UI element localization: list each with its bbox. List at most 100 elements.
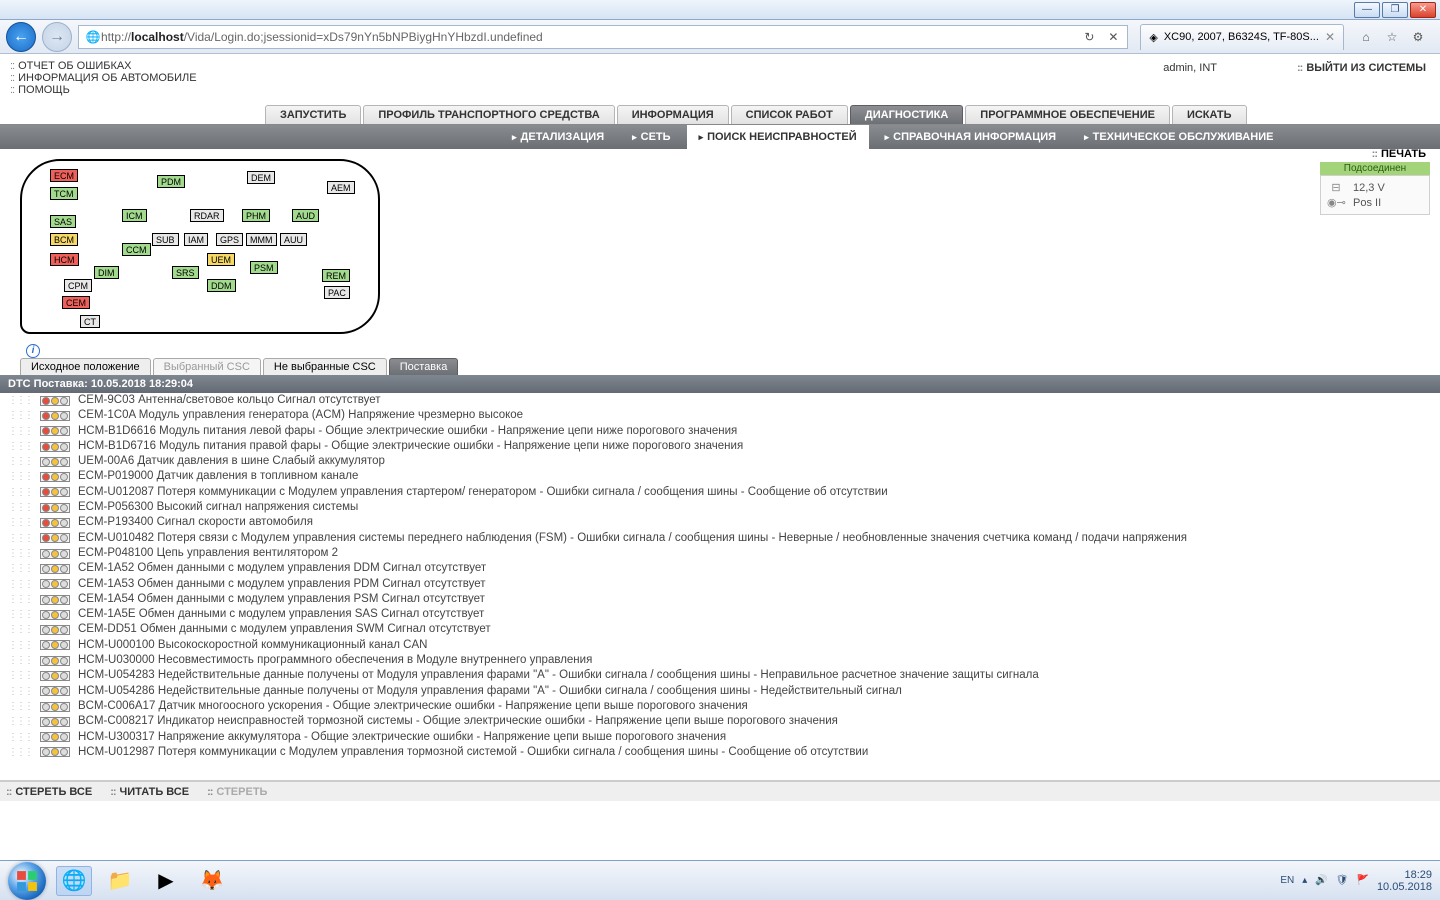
csc-tab-3[interactable]: Поставка xyxy=(389,358,459,375)
module-ddm[interactable]: DDM xyxy=(207,279,236,292)
sub-tab-3[interactable]: СПРАВОЧНАЯ ИНФОРМАЦИЯ xyxy=(873,125,1068,149)
link-help[interactable]: ПОМОЩЬ xyxy=(10,84,197,96)
dtc-row[interactable]: ⋮⋮⋮HCM-U054283 Недействительные данные п… xyxy=(0,668,1440,683)
module-tcm[interactable]: TCM xyxy=(50,187,78,200)
module-uem[interactable]: UEM xyxy=(207,253,235,266)
csc-tab-1[interactable]: Выбранный CSC xyxy=(153,358,261,375)
module-pdm[interactable]: PDM xyxy=(157,175,185,188)
module-dim[interactable]: DIM xyxy=(94,266,119,279)
dtc-row[interactable]: ⋮⋮⋮CEM-1A54 Обмен данными с модулем упра… xyxy=(0,592,1440,607)
module-psm[interactable]: PSM xyxy=(250,261,278,274)
main-tab-6[interactable]: ИСКАТЬ xyxy=(1172,105,1247,124)
dtc-row[interactable]: ⋮⋮⋮HCM-U012987 Потеря коммуникации с Мод… xyxy=(0,745,1440,760)
module-iam[interactable]: IAM xyxy=(184,233,208,246)
tab-close-icon[interactable]: ✕ xyxy=(1325,30,1335,44)
dtc-row[interactable]: ⋮⋮⋮BCM-C008217 Индикатор неисправностей … xyxy=(0,714,1440,729)
main-tab-0[interactable]: ЗАПУСТИТЬ xyxy=(265,105,361,124)
erase-all-button[interactable]: СТЕРЕТЬ ВСЕ xyxy=(6,786,92,798)
back-button[interactable]: ← xyxy=(6,22,36,52)
module-rem[interactable]: REM xyxy=(322,269,350,282)
module-ct[interactable]: CT xyxy=(80,315,100,328)
link-vehicle-info[interactable]: ИНФОРМАЦИЯ ОБ АВТОМОБИЛЕ xyxy=(10,72,197,84)
start-button[interactable] xyxy=(8,862,46,900)
dtc-row[interactable]: ⋮⋮⋮CEM-DD51 Обмен данными с модулем упра… xyxy=(0,622,1440,637)
module-srs[interactable]: SRS xyxy=(172,266,199,279)
refresh-icon[interactable]: ↻ xyxy=(1081,29,1097,45)
csc-tab-0[interactable]: Исходное положение xyxy=(20,358,151,375)
read-all-button[interactable]: ЧИТАТЬ ВСЕ xyxy=(110,786,189,798)
main-tab-4[interactable]: ДИАГНОСТИКА xyxy=(850,105,963,124)
tray-icon2[interactable]: 🚩 xyxy=(1356,875,1368,886)
module-mmm[interactable]: MMM xyxy=(246,233,277,246)
ie-taskbar-icon[interactable]: 🌐 xyxy=(56,866,92,896)
main-tab-2[interactable]: ИНФОРМАЦИЯ xyxy=(617,105,729,124)
forward-button[interactable]: → xyxy=(42,22,72,52)
dtc-row[interactable]: ⋮⋮⋮ECM-U010482 Потеря связи с Модулем уп… xyxy=(0,531,1440,546)
dtc-row[interactable]: ⋮⋮⋮ECM-P048100 Цепь управления вентилято… xyxy=(0,546,1440,561)
dtc-row[interactable]: ⋮⋮⋮BCM-C006A17 Датчик многоосного ускоре… xyxy=(0,699,1440,714)
minimize-button[interactable]: — xyxy=(1354,2,1380,18)
dtc-row[interactable]: ⋮⋮⋮UEM-00A6 Датчик давления в шине Слабы… xyxy=(0,454,1440,469)
link-error-report[interactable]: ОТЧЕТ ОБ ОШИБКАХ xyxy=(10,60,197,72)
dtc-row[interactable]: ⋮⋮⋮HCM-U030000 Несовместимость программн… xyxy=(0,653,1440,668)
dtc-row[interactable]: ⋮⋮⋮HCM-B1D6616 Модуль питания левой фары… xyxy=(0,424,1440,439)
module-hcm[interactable]: HCM xyxy=(50,253,79,266)
dtc-row[interactable]: ⋮⋮⋮CEM-9C03 Антенна/световое кольцо Сигн… xyxy=(0,393,1440,408)
module-cpm[interactable]: CPM xyxy=(64,279,92,292)
dtc-row[interactable]: ⋮⋮⋮ECM-P056300 Высокий сигнал напряжения… xyxy=(0,500,1440,515)
tray-clock[interactable]: 18:2910.05.2018 xyxy=(1377,869,1432,893)
module-auu[interactable]: AUU xyxy=(280,233,307,246)
browser-tab[interactable]: ◈ XC90, 2007, B6324S, TF-80S... ✕ xyxy=(1140,24,1344,50)
dtc-list[interactable]: ⋮⋮⋮CEM-9C03 Антенна/световое кольцо Сигн… xyxy=(0,393,1440,781)
module-pac[interactable]: PAC xyxy=(324,286,350,299)
dtc-row[interactable]: ⋮⋮⋮ECM-U012087 Потеря коммуникации с Мод… xyxy=(0,485,1440,500)
dtc-row[interactable]: ⋮⋮⋮CEM-1A52 Обмен данными с модулем упра… xyxy=(0,561,1440,576)
dtc-row[interactable]: ⋮⋮⋮CEM-1A5E Обмен данными с модулем упра… xyxy=(0,607,1440,622)
sub-tab-0[interactable]: ДЕТАЛИЗАЦИЯ xyxy=(500,125,616,149)
module-ccm[interactable]: CCM xyxy=(122,243,151,256)
dtc-row[interactable]: ⋮⋮⋮HCM-U300317 Напряжение аккумулятора -… xyxy=(0,730,1440,745)
module-aud[interactable]: AUD xyxy=(292,209,319,222)
dtc-row[interactable]: ⋮⋮⋮ECM-P193400 Сигнал скорости автомобил… xyxy=(0,515,1440,530)
main-tab-5[interactable]: ПРОГРАММНОЕ ОБЕСПЕЧЕНИЕ xyxy=(965,105,1170,124)
tray-icon[interactable]: 🛡 xyxy=(1336,875,1349,886)
module-phm[interactable]: PHM xyxy=(242,209,270,222)
module-aem[interactable]: AEM xyxy=(327,181,355,194)
csc-tab-2[interactable]: Не выбранные CSC xyxy=(263,358,387,375)
dtc-row[interactable]: ⋮⋮⋮HCM-U000100 Высокоскоростной коммуник… xyxy=(0,638,1440,653)
module-rdar[interactable]: RDAR xyxy=(190,209,224,222)
home-icon[interactable]: ⌂ xyxy=(1358,29,1374,45)
network-diagram[interactable]: ECM PDM DEM AEM TCM ICM RDAR PHM AUD SAS SUB IAM GPS… xyxy=(20,159,380,334)
module-ecm[interactable]: ECM xyxy=(50,169,78,182)
main-tab-1[interactable]: ПРОФИЛЬ ТРАНСПОРТНОГО СРЕДСТВА xyxy=(363,105,614,124)
dtc-row[interactable]: ⋮⋮⋮CEM-1C0A Модуль управления генератора… xyxy=(0,408,1440,423)
address-bar[interactable]: 🌐 http://localhost/Vida/Login.do;jsessio… xyxy=(78,25,1128,49)
tray-network-icon[interactable]: 🔊 xyxy=(1315,875,1327,886)
module-cem[interactable]: CEM xyxy=(62,296,90,309)
logout-link[interactable]: ВЫЙТИ ИЗ СИСТЕМЫ xyxy=(1297,62,1426,74)
stop-icon[interactable]: ✕ xyxy=(1105,29,1121,45)
tools-icon[interactable]: ⚙ xyxy=(1410,29,1426,45)
wmp-taskbar-icon[interactable]: ▶ xyxy=(148,866,184,896)
dtc-row[interactable]: ⋮⋮⋮ECM-P019000 Датчик давления в топливн… xyxy=(0,469,1440,484)
dtc-row[interactable]: ⋮⋮⋮HCM-B1D6716 Модуль питания правой фар… xyxy=(0,439,1440,454)
info-icon[interactable]: i xyxy=(26,344,40,358)
module-gps[interactable]: GPS xyxy=(216,233,243,246)
module-sas[interactable]: SAS xyxy=(50,215,76,228)
maximize-button[interactable]: ❐ xyxy=(1382,2,1408,18)
dtc-row[interactable]: ⋮⋮⋮CEM-1A53 Обмен данными с модулем упра… xyxy=(0,577,1440,592)
main-tab-3[interactable]: СПИСОК РАБОТ xyxy=(731,105,848,124)
sub-tab-4[interactable]: ТЕХНИЧЕСКОЕ ОБСЛУЖИВАНИЕ xyxy=(1072,125,1285,149)
module-sub[interactable]: SUB xyxy=(152,233,179,246)
explorer-taskbar-icon[interactable]: 📁 xyxy=(102,866,138,896)
favorite-icon[interactable]: ☆ xyxy=(1384,29,1400,45)
module-icm[interactable]: ICM xyxy=(122,209,147,222)
firefox-taskbar-icon[interactable]: 🦊 xyxy=(194,866,230,896)
dtc-row[interactable]: ⋮⋮⋮HCM-U054286 Недействительные данные п… xyxy=(0,684,1440,699)
sub-tab-2[interactable]: ПОИСК НЕИСПРАВНОСТЕЙ xyxy=(687,125,869,149)
close-button[interactable]: ✕ xyxy=(1410,2,1436,18)
module-bcm[interactable]: BCM xyxy=(50,233,78,246)
sub-tab-1[interactable]: СЕТЬ xyxy=(620,125,682,149)
tray-lang[interactable]: EN xyxy=(1280,875,1294,886)
module-dem[interactable]: DEM xyxy=(247,171,275,184)
